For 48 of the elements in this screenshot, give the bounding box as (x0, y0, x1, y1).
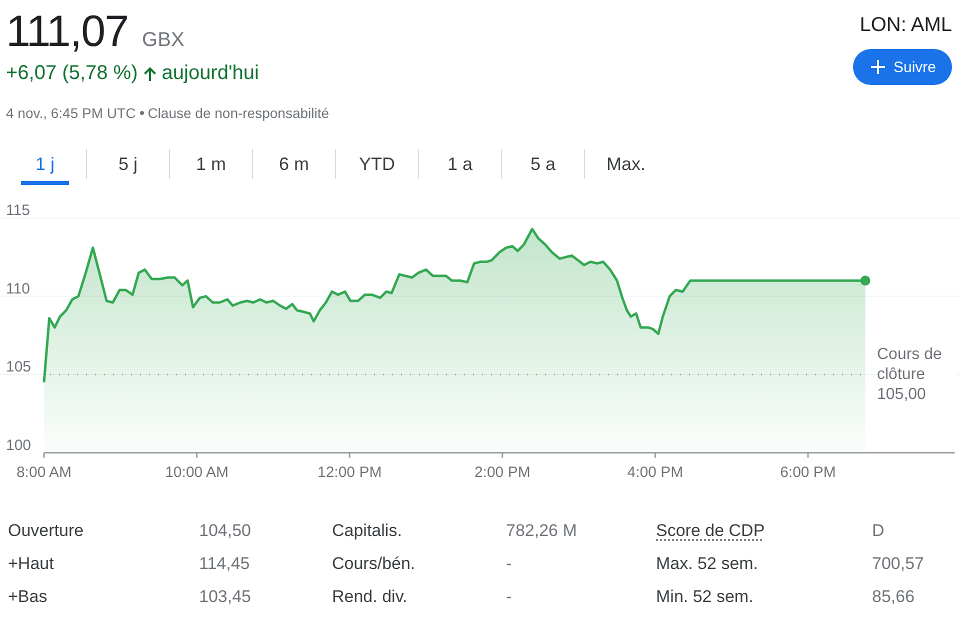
range-tab[interactable]: 1 j (21, 143, 69, 185)
stat-value: 103,45 (199, 586, 251, 608)
x-axis-label: 6:00 PM (780, 464, 836, 481)
stat-label: +Haut (8, 553, 54, 575)
last-price-marker (860, 276, 870, 286)
stat-value: D (872, 520, 884, 542)
price-change: +6,07 (5,78 %) (6, 62, 138, 85)
stat-value: 85,66 (872, 586, 915, 608)
stat-label[interactable]: Score de CDP (656, 520, 765, 542)
stat-label: Capitalis. (332, 520, 402, 542)
y-axis-label: 110 (6, 280, 30, 298)
range-tab[interactable]: 5 j (104, 143, 152, 185)
up-arrow-icon (144, 66, 156, 80)
range-tab[interactable]: 6 m (270, 143, 318, 185)
currency-label: GBX (142, 29, 184, 52)
period-label: aujourd'hui (162, 62, 259, 85)
x-axis-label: 10:00 AM (165, 464, 228, 481)
stat-value: 700,57 (872, 553, 924, 575)
range-tab[interactable]: 1 m (187, 143, 235, 185)
stat-value: 782,26 M (506, 520, 577, 542)
stat-label: Max. 52 sem. (656, 553, 758, 575)
y-axis-label: 100 (6, 436, 32, 454)
stat-label: Cours/bén. (332, 553, 416, 575)
y-axis-label: 115 (6, 202, 30, 219)
separator-dot-icon (140, 111, 144, 115)
x-axis-label: 12:00 PM (318, 464, 382, 481)
stat-label: Rend. div. (332, 586, 408, 608)
stat-value: - (506, 553, 512, 575)
x-axis-label: 4:00 PM (627, 464, 684, 481)
range-tab[interactable]: YTD (353, 143, 401, 185)
disclaimer-link[interactable]: Clause de non-responsabilité (148, 105, 330, 121)
stat-value: 104,50 (199, 520, 251, 542)
x-axis-label: 2:00 PM (474, 464, 530, 481)
stat-label: Ouverture (8, 520, 84, 542)
timestamp: 4 nov., 6:45 PM UTC (6, 105, 136, 121)
range-tab[interactable]: Max. (602, 143, 650, 185)
stock-price: 111,07 (6, 6, 128, 58)
stat-value: 114,45 (199, 553, 250, 575)
plus-icon (871, 60, 886, 74)
stat-label: +Bas (8, 586, 48, 608)
range-tab[interactable]: 5 a (519, 143, 567, 185)
stat-value: - (506, 586, 512, 608)
y-axis-label: 105 (6, 358, 32, 376)
range-tab[interactable]: 1 a (436, 143, 484, 185)
x-axis-label: 8:00 AM (16, 464, 72, 481)
follow-button[interactable]: Suivre (853, 49, 952, 85)
ticker-symbol: LON: AML (860, 14, 952, 37)
stat-label: Min. 52 sem. (656, 586, 754, 608)
